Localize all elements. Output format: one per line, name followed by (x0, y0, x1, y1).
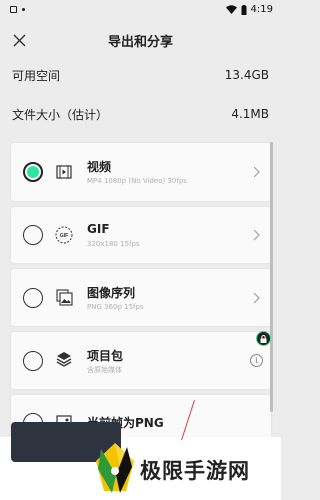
video-icon (55, 163, 73, 181)
option-image-sequence[interactable]: 图像序列 PNG 360p 15fps (11, 269, 271, 326)
available-space-row: 可用空间 13.4GB (0, 58, 281, 92)
chevron-right-icon (253, 166, 260, 178)
option-video[interactable]: 视频 MP4 1080p (No Video) 30fps (11, 143, 271, 201)
notification-icons (10, 6, 25, 13)
watermark: 极限手游网 (78, 443, 278, 493)
close-button[interactable] (6, 27, 32, 53)
page-title: 导出和分享 (107, 34, 173, 50)
image-sequence-icon (55, 288, 73, 306)
chevron-right-icon (253, 292, 260, 304)
svg-text:GIF: GIF (60, 233, 68, 239)
file-size-row: 文件大小（估计） 4.1MB (0, 97, 281, 131)
image-sequence-title: 图像序列 (87, 286, 136, 300)
option-gif[interactable]: GIF GIF 320x180 15fps (11, 207, 271, 263)
video-radio[interactable] (23, 162, 43, 182)
project-package-title: 项目包 (87, 349, 124, 363)
project-package-subtitle: 含原始媒体 (87, 366, 122, 374)
status-bar: 4:19 (0, 0, 281, 19)
gif-radio[interactable] (23, 225, 43, 245)
image-sequence-subtitle: PNG 360p 15fps (87, 303, 144, 311)
lock-icon (260, 334, 267, 343)
image-sequence-radio[interactable] (23, 288, 43, 308)
scrollbar[interactable] (270, 142, 273, 412)
available-space-value: 13.4GB (224, 68, 269, 82)
notification-square-icon (10, 6, 17, 13)
option-project-package[interactable]: 项目包 含原始媒体 i (11, 332, 271, 389)
status-time: 4:19 (250, 4, 273, 15)
watermark-text: 极限手游网 (140, 457, 250, 483)
file-size-value: 4.1MB (231, 107, 269, 121)
wifi-icon (225, 5, 237, 14)
available-space-label: 可用空间 (12, 68, 61, 83)
gif-subtitle: 320x180 15fps (87, 240, 140, 248)
notification-dot-icon (22, 8, 25, 11)
header: 导出和分享 (0, 19, 281, 61)
project-package-radio[interactable] (23, 351, 43, 371)
info-icon[interactable]: i (250, 354, 263, 367)
gif-icon: GIF (55, 226, 73, 244)
battery-icon (241, 4, 247, 15)
chevron-right-icon (253, 229, 260, 241)
lock-badge (256, 331, 271, 346)
gif-title: GIF (87, 222, 110, 236)
video-subtitle: MP4 1080p (No Video) 30fps (87, 177, 187, 185)
video-title: 视频 (87, 160, 112, 174)
project-package-icon (55, 350, 73, 368)
file-size-label: 文件大小（估计） (12, 107, 109, 122)
close-icon (13, 34, 25, 46)
watermark-logo-icon (96, 443, 134, 493)
